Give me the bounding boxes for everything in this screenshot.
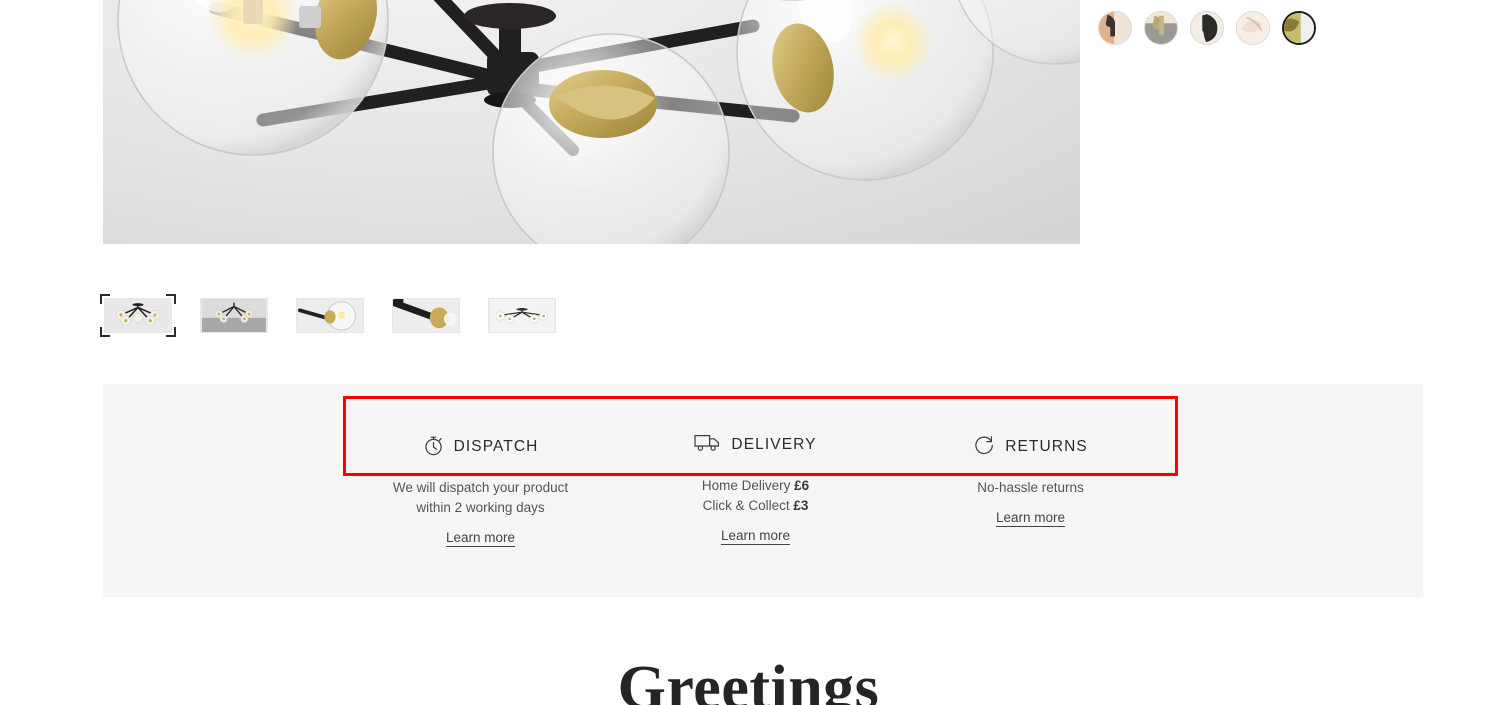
swatch-thumb-icon: [1145, 12, 1177, 44]
thumbnail-preview-icon: [489, 299, 555, 332]
service-returns-title: RETURNS: [1005, 438, 1088, 455]
service-delivery: DELIVERY Home Delivery £6 Click & Collec…: [618, 428, 893, 547]
home-delivery-price: £6: [794, 478, 810, 493]
swatch-option-2[interactable]: [1144, 11, 1178, 45]
service-returns-line-1: No-hassle returns: [977, 480, 1084, 495]
chandelier-illustration: [103, 0, 1080, 244]
truck-icon: [694, 433, 721, 457]
stopwatch-icon: [423, 434, 444, 461]
returns-learn-more-link[interactable]: Learn more: [996, 510, 1065, 525]
thumbnail-preview-icon: [297, 299, 363, 332]
service-dispatch-title: DISPATCH: [453, 438, 539, 455]
service-dispatch-header: DISPATCH: [343, 430, 618, 464]
thumbnail-2[interactable]: [200, 298, 268, 333]
product-page: DISPATCH We will dispatch your product w…: [0, 0, 1497, 705]
swatch-option-5[interactable]: [1282, 11, 1316, 45]
swatch-thumb-icon: [1284, 13, 1314, 43]
swatch-option-3[interactable]: [1190, 11, 1224, 45]
thumbnail-1[interactable]: [100, 294, 176, 337]
service-dispatch-line-2: within 2 working days: [416, 500, 545, 515]
swatch-thumb-icon: [1099, 12, 1131, 44]
service-dispatch: DISPATCH We will dispatch your product w…: [343, 428, 618, 547]
services-row: DISPATCH We will dispatch your product w…: [343, 428, 1343, 547]
dispatch-learn-more-link[interactable]: Learn more: [446, 530, 515, 545]
thumbnail-3[interactable]: [296, 298, 364, 333]
thumbnail-preview-icon: [105, 299, 171, 332]
swatch-option-1[interactable]: [1098, 11, 1132, 45]
service-delivery-lines: Home Delivery £6 Click & Collect £3: [618, 476, 893, 516]
swatch-thumb-icon: [1191, 12, 1223, 44]
selection-bracket-icon: [100, 327, 110, 337]
click-collect-price: £3: [793, 498, 809, 513]
delivery-learn-more-link[interactable]: Learn more: [721, 528, 790, 543]
swatch-option-4[interactable]: [1236, 11, 1270, 45]
service-returns-lines: No-hassle returns: [893, 478, 1168, 498]
page-title: Greetings: [617, 654, 880, 705]
selection-bracket-icon: [166, 327, 176, 337]
service-delivery-header: DELIVERY: [618, 428, 893, 462]
service-delivery-title: DELIVERY: [731, 436, 817, 453]
color-swatch-list: [1098, 11, 1316, 45]
thumbnail-preview-icon: [201, 299, 267, 332]
thumbnail-5[interactable]: [488, 298, 556, 333]
service-returns: RETURNS No-hassle returns Learn more: [893, 428, 1168, 547]
thumbnail-4[interactable]: [392, 298, 460, 333]
home-delivery-label: Home Delivery: [701, 478, 795, 493]
selection-bracket-icon: [166, 294, 176, 304]
service-delivery-line-2: Click & Collect £3: [618, 496, 893, 516]
service-dispatch-line-1: We will dispatch your product: [392, 480, 569, 495]
services-panel: DISPATCH We will dispatch your product w…: [103, 384, 1423, 597]
click-collect-label: Click & Collect: [702, 498, 794, 513]
swatch-thumb-icon: [1237, 12, 1269, 44]
thumbnail-preview-icon: [393, 299, 459, 332]
service-returns-header: RETURNS: [893, 430, 1168, 464]
selection-bracket-icon: [100, 294, 110, 304]
service-dispatch-lines: We will dispatch your product within 2 w…: [343, 478, 618, 518]
service-delivery-line-1: Home Delivery £6: [618, 476, 893, 496]
return-arrow-icon: [973, 434, 995, 461]
main-product-image[interactable]: [103, 0, 1080, 244]
thumbnail-strip: [100, 294, 556, 337]
